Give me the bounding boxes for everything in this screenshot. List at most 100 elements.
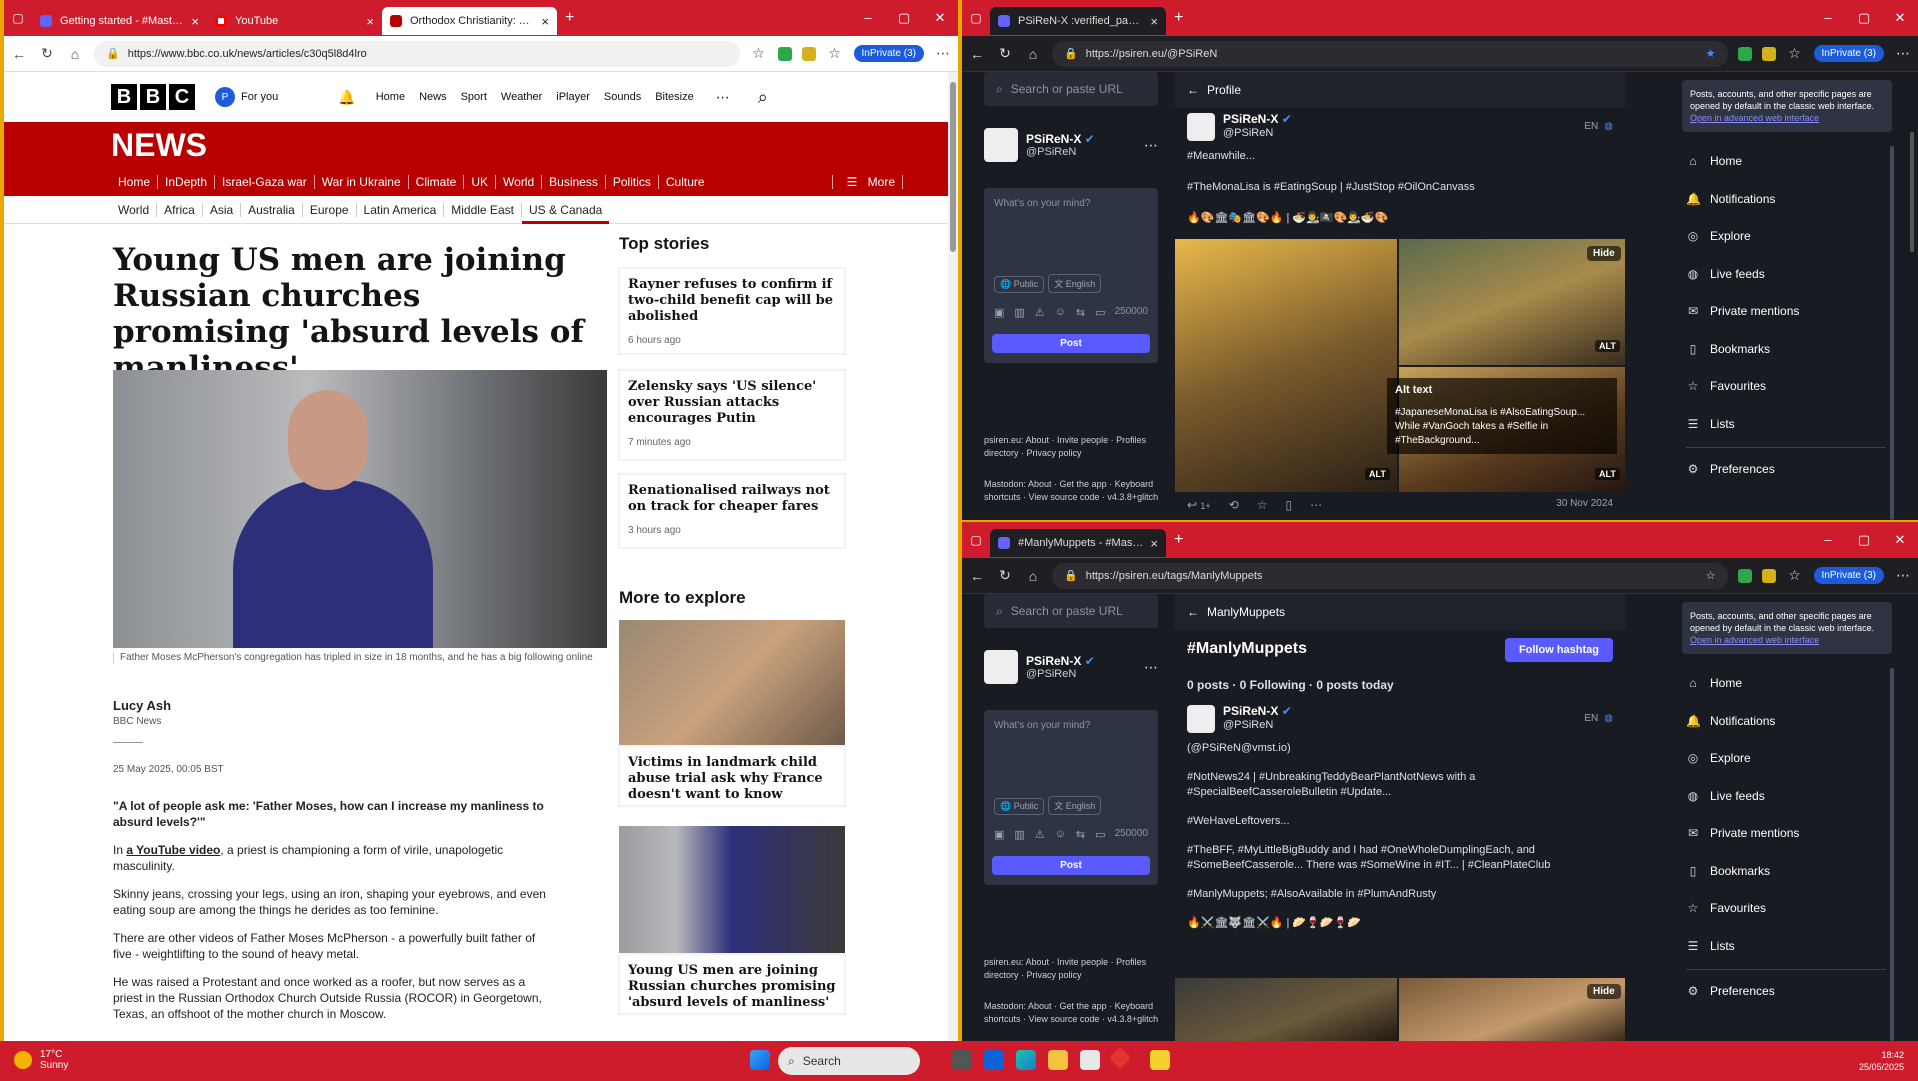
refresh-icon[interactable]: ↻ <box>996 45 1014 62</box>
more-options-icon[interactable]: ⋯ <box>1310 498 1322 512</box>
nav-private-mentions[interactable]: ✉ Private mentions <box>1686 304 1799 318</box>
tab-actions-icon[interactable]: ▢ <box>962 533 990 547</box>
nav-live-feeds[interactable]: ◍ Live feeds <box>1686 789 1765 803</box>
post-date[interactable]: 30 Nov 2024 <box>1556 498 1613 512</box>
tab-actions-icon[interactable]: ▢ <box>962 11 990 25</box>
more-options-icon[interactable]: ⋯ <box>1144 659 1158 676</box>
explore-card[interactable]: Victims in landmark child abuse trial as… <box>619 746 845 806</box>
system-clock[interactable]: 18:42 25/05/2025 <box>1859 1049 1904 1073</box>
close-icon[interactable]: × <box>541 14 549 29</box>
top-story-card[interactable]: Renationalised railways not on track for… <box>619 474 845 548</box>
url-field[interactable]: 🔒 https://psiren.eu/@PSiReN ★ <box>1052 40 1728 67</box>
back-icon[interactable]: ← <box>968 568 986 584</box>
home-icon[interactable]: ⌂ <box>1024 568 1042 584</box>
favorites-icon[interactable]: ☆ <box>1786 567 1804 584</box>
emoji-icon[interactable]: ☺ <box>1055 828 1066 841</box>
bbc-logo-c[interactable]: C <box>169 84 195 110</box>
maximize-button[interactable]: ▢ <box>886 10 922 26</box>
new-tab-button[interactable]: + <box>565 9 574 27</box>
url-field[interactable]: 🔒 https://psiren.eu/tags/ManlyMuppets ☆ <box>1052 562 1728 589</box>
nav-favourites[interactable]: ☆ Favourites <box>1686 379 1766 393</box>
nav-news[interactable]: News <box>419 91 447 103</box>
top-story-card[interactable]: Rayner refuses to confirm if two-child b… <box>619 268 845 354</box>
close-window-button[interactable]: ✕ <box>1882 532 1918 548</box>
start-windows-icon[interactable] <box>750 1050 770 1070</box>
menu-icon[interactable]: ⋯ <box>1894 45 1912 62</box>
menu-icon[interactable]: ⋯ <box>934 45 952 62</box>
bbc-logo-b[interactable]: B <box>111 84 137 110</box>
alt-badge[interactable]: ALT <box>1365 468 1390 480</box>
close-window-button[interactable]: ✕ <box>1882 10 1918 26</box>
visibility-button[interactable]: 🌐 Public <box>994 798 1045 815</box>
tab-bbc-article[interactable]: Orthodox Christianity: Young US× <box>382 7 557 35</box>
advanced-interface-link[interactable]: Open in advanced web interface <box>1690 635 1819 645</box>
hide-media-button[interactable]: Hide <box>1587 984 1621 999</box>
maximize-button[interactable]: ▢ <box>1846 532 1882 548</box>
home-icon[interactable]: ⌂ <box>1024 46 1042 62</box>
search-icon[interactable]: ⌕ <box>758 87 768 108</box>
section-indepth[interactable]: InDepth <box>158 175 216 189</box>
url-field[interactable]: 🔒 https://www.bbc.co.uk/news/articles/c30… <box>94 40 740 67</box>
sub-us-canada[interactable]: US & Canada <box>521 203 610 224</box>
extension-icon[interactable] <box>1761 46 1776 61</box>
menu-icon[interactable]: ⋯ <box>1894 567 1912 584</box>
nav-bitesize[interactable]: Bitesize <box>655 91 694 103</box>
scrollbar-thumb[interactable] <box>950 82 956 252</box>
sub-latin-america[interactable]: Latin America <box>357 202 445 217</box>
advanced-interface-link[interactable]: Open in advanced web interface <box>1690 113 1819 123</box>
close-icon[interactable]: × <box>191 14 199 29</box>
inprivate-badge[interactable]: InPrivate (3) <box>1813 45 1884 62</box>
section-climate[interactable]: Climate <box>409 175 465 189</box>
sub-middle-east[interactable]: Middle East <box>444 202 522 217</box>
visibility-button[interactable]: 🌐 Public <box>994 276 1045 293</box>
section-business[interactable]: Business <box>542 175 606 189</box>
maximize-button[interactable]: ▢ <box>1846 10 1882 26</box>
section-home[interactable]: Home <box>111 175 159 189</box>
nav-preferences[interactable]: ⚙ Preferences <box>1686 984 1775 998</box>
post-button[interactable]: Post <box>992 334 1150 353</box>
section-uk[interactable]: UK <box>464 175 497 189</box>
nav-home[interactable]: ⌂ Home <box>1686 154 1742 168</box>
bookmark-icon[interactable]: ▯ <box>1285 498 1292 512</box>
sub-africa[interactable]: Africa <box>157 202 203 217</box>
warning-icon[interactable]: ⚠ <box>1035 306 1045 319</box>
nav-bookmarks[interactable]: ▯ Bookmarks <box>1686 342 1770 356</box>
avatar[interactable] <box>984 650 1018 684</box>
warning-icon[interactable]: ⚠ <box>1035 828 1045 841</box>
top-story-card[interactable]: Zelensky says 'US silence' over Russian … <box>619 370 845 460</box>
alt-badge[interactable]: ALT <box>1595 468 1620 480</box>
page-scrollbar[interactable] <box>948 72 958 1041</box>
hide-media-button[interactable]: Hide <box>1587 246 1621 261</box>
media-icon[interactable]: ▣ <box>994 828 1004 841</box>
section-ukraine[interactable]: War in Ukraine <box>315 175 409 189</box>
close-window-button[interactable]: ✕ <box>922 10 958 26</box>
nav-explore[interactable]: ◎ Explore <box>1686 229 1751 243</box>
nav-bookmarks[interactable]: ▯ Bookmarks <box>1686 864 1770 878</box>
section-world[interactable]: World <box>496 175 543 189</box>
extension-icon[interactable] <box>1761 568 1776 583</box>
compose-box[interactable]: What's on your mind? 🌐 Public 文 English ▣… <box>984 710 1158 885</box>
tab-psiren-profile[interactable]: PSiReN-X :verified_paw: (@PSiReN× <box>990 7 1166 35</box>
edge-icon[interactable] <box>1016 1050 1036 1070</box>
nav-favourites[interactable]: ☆ Favourites <box>1686 901 1766 915</box>
nav-sounds[interactable]: Sounds <box>604 91 641 103</box>
red-app-icon[interactable] <box>1108 1046 1132 1070</box>
mastodon-footer[interactable]: Mastodon: About · Get the app · Keyboard… <box>984 478 1164 504</box>
file-explorer-icon[interactable] <box>1048 1050 1068 1070</box>
refresh-icon[interactable]: ↻ <box>996 567 1014 584</box>
sub-australia[interactable]: Australia <box>241 202 303 217</box>
page-scrollbar[interactable] <box>1910 132 1914 252</box>
panel-scrollbar[interactable] <box>1890 146 1894 520</box>
nav-lists[interactable]: ☰ Lists <box>1686 939 1735 953</box>
compose-box[interactable]: What's on your mind? 🌐 Public 文 English ▣… <box>984 188 1158 363</box>
boost-icon[interactable]: ⟲ <box>1229 498 1239 512</box>
post-button[interactable]: Post <box>992 856 1150 875</box>
instance-footer[interactable]: psiren.eu: About · Invite people · Profi… <box>984 956 1164 982</box>
star-filled-icon[interactable]: ★ <box>1706 47 1716 60</box>
section-culture[interactable]: Culture <box>659 175 712 189</box>
nav-weather[interactable]: Weather <box>501 91 542 103</box>
more-menu-button[interactable]: ☰ More <box>831 175 910 189</box>
nav-sport[interactable]: Sport <box>461 91 487 103</box>
bell-icon[interactable]: 🔔 <box>338 89 355 106</box>
poll-icon[interactable]: ▥ <box>1014 828 1024 841</box>
